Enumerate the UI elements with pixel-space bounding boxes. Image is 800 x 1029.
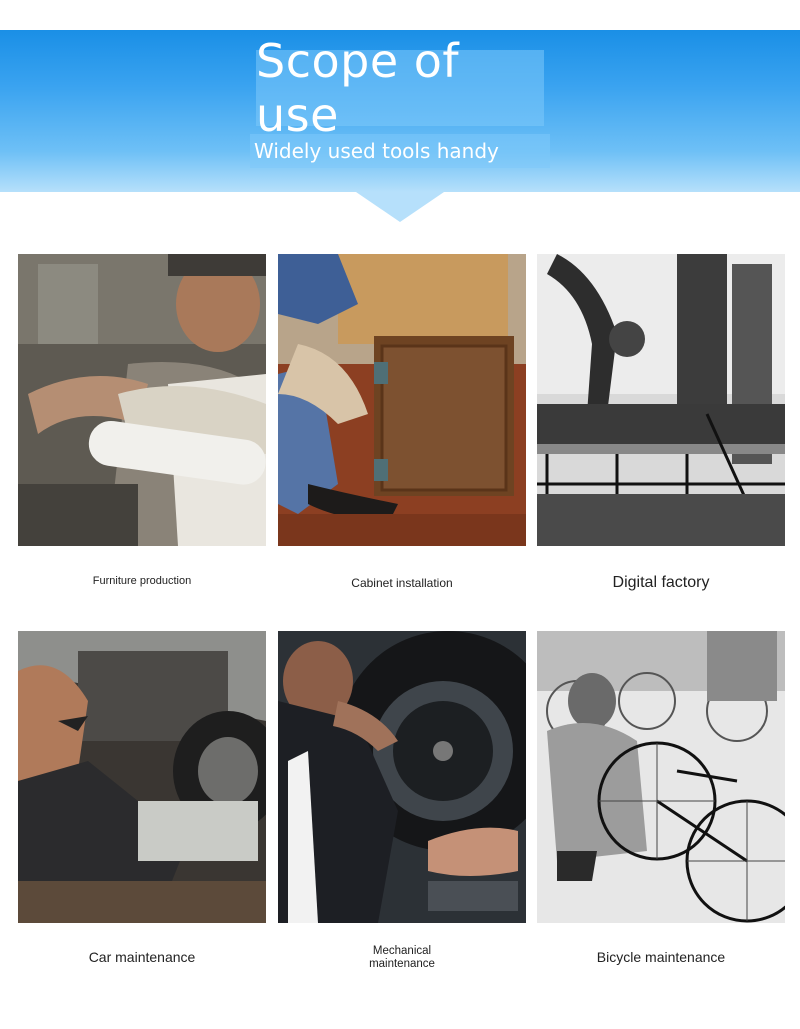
banner-pointer bbox=[356, 192, 444, 222]
page-title: Scope of use bbox=[256, 34, 460, 142]
caption-car-maintenance: Car maintenance bbox=[88, 949, 196, 965]
page-subtitle: Widely used tools handy bbox=[254, 139, 499, 163]
caption-line-1: Mechanical bbox=[372, 945, 432, 957]
woodworker-photo bbox=[18, 254, 266, 546]
cabinet-photo bbox=[278, 254, 526, 546]
car-repair-photo bbox=[18, 631, 266, 923]
subtitle-box: Widely used tools handy bbox=[250, 134, 550, 168]
caption-bicycle-maintenance: Bicycle maintenance bbox=[596, 949, 726, 965]
caption-furniture-production: Furniture production bbox=[92, 575, 192, 587]
factory-photo bbox=[537, 254, 785, 546]
caption-mechanical-maintenance: Mechanical maintenance bbox=[278, 945, 526, 971]
title-box: Scope of use bbox=[256, 34, 544, 142]
tire-repair-photo bbox=[278, 631, 526, 923]
bicycle-repair-photo bbox=[537, 631, 785, 923]
caption-cabinet-installation: Cabinet installation bbox=[351, 576, 453, 590]
caption-line-2: maintenance bbox=[369, 958, 435, 970]
caption-digital-factory: Digital factory bbox=[612, 574, 710, 591]
